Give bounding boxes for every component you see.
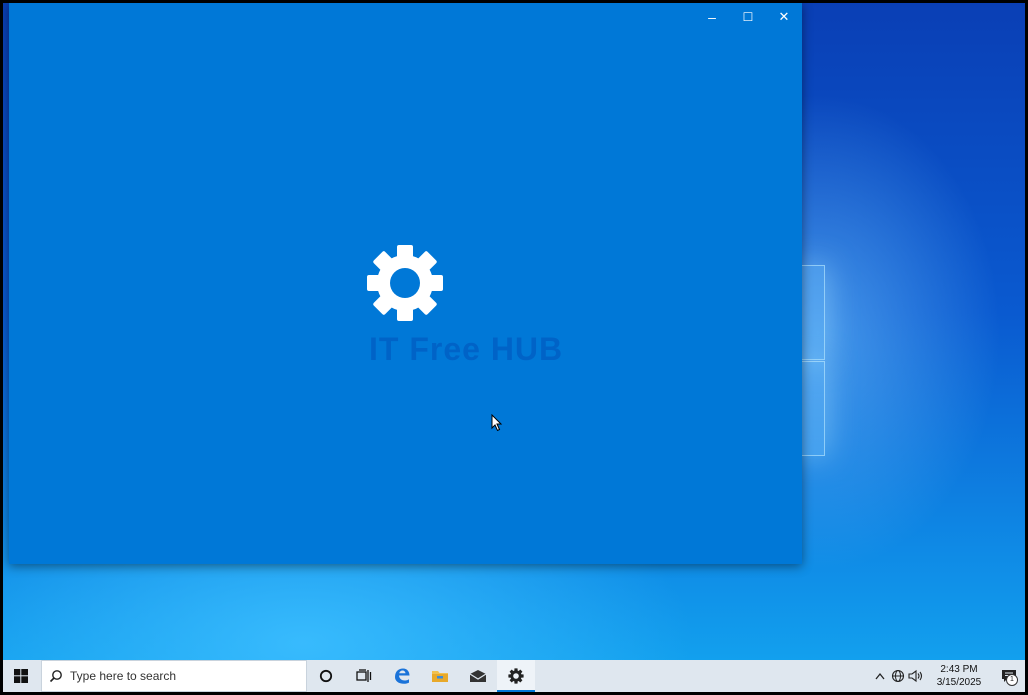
clock-time: 2:43 PM bbox=[940, 664, 978, 675]
gear-icon bbox=[508, 668, 524, 684]
minimize-button[interactable]: – bbox=[694, 3, 730, 31]
task-view-button[interactable] bbox=[345, 660, 383, 692]
globe-icon bbox=[891, 669, 905, 683]
chevron-up-icon bbox=[875, 672, 885, 680]
clock[interactable]: 2:43 PM 3/15/2025 bbox=[931, 663, 987, 689]
minimize-icon: – bbox=[708, 9, 716, 25]
search-box[interactable]: Type here to search bbox=[41, 660, 307, 692]
circle-icon bbox=[319, 669, 333, 683]
gear-icon bbox=[367, 245, 443, 321]
folder-icon bbox=[432, 671, 448, 682]
system-tray: 2:43 PM 3/15/2025 1 bbox=[871, 660, 1025, 692]
cortana-button[interactable] bbox=[307, 660, 345, 692]
watermark-text: IT Free HUB bbox=[369, 331, 564, 367]
settings-taskbar-button[interactable] bbox=[497, 660, 535, 692]
volume-button[interactable] bbox=[907, 660, 925, 692]
windows-logo-icon bbox=[14, 669, 28, 683]
mail-icon bbox=[469, 670, 487, 682]
close-icon: ✕ bbox=[778, 9, 790, 24]
maximize-icon: ☐ bbox=[742, 10, 754, 24]
notification-count-badge: 1 bbox=[1006, 674, 1018, 686]
network-button[interactable] bbox=[889, 660, 907, 692]
maximize-button[interactable]: ☐ bbox=[730, 3, 766, 31]
clock-date: 3/15/2025 bbox=[936, 677, 982, 688]
windows-logo-pane-top bbox=[801, 265, 825, 360]
file-explorer-button[interactable] bbox=[421, 660, 459, 692]
mail-button[interactable] bbox=[459, 660, 497, 692]
close-button[interactable]: ✕ bbox=[766, 3, 802, 31]
edge-icon bbox=[395, 668, 410, 684]
window-controls: – ☐ ✕ bbox=[694, 3, 802, 31]
windows-logo-pane-bottom bbox=[801, 361, 825, 456]
mouse-cursor-icon bbox=[491, 414, 503, 432]
speaker-icon bbox=[908, 669, 923, 683]
search-placeholder: Type here to search bbox=[70, 669, 177, 683]
search-icon bbox=[42, 669, 70, 683]
show-hidden-icons-button[interactable] bbox=[871, 660, 889, 692]
start-button[interactable] bbox=[3, 660, 39, 692]
task-view-icon bbox=[356, 669, 372, 682]
action-center-button[interactable]: 1 bbox=[993, 660, 1025, 692]
desktop: – ☐ ✕ IT Free HUB Type here to search 2:… bbox=[3, 3, 1025, 692]
settings-app-window[interactable]: – ☐ ✕ IT Free HUB bbox=[9, 3, 802, 564]
taskbar: Type here to search 2:43 PM 3/15/2025 1 bbox=[3, 660, 1025, 692]
edge-button[interactable] bbox=[383, 660, 421, 692]
